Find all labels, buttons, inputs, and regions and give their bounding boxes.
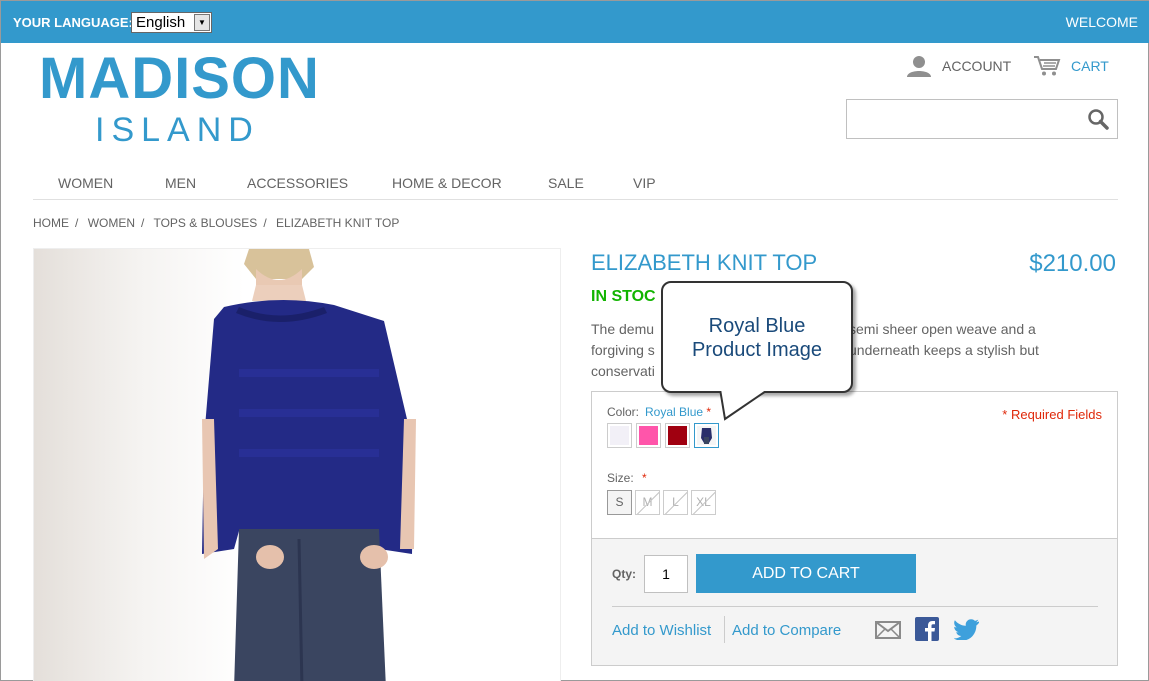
account-link[interactable]: ACCOUNT: [906, 55, 1011, 77]
color-option-label: Color: Royal Blue *: [607, 405, 711, 419]
desc-line2b: underneath keeps a stylish but: [849, 342, 1039, 358]
callout-annotation: Royal Blue Product Image: [661, 281, 853, 393]
product-price: $210.00: [1029, 250, 1116, 277]
product-title: ELIZABETH KNIT TOP: [591, 250, 818, 275]
facebook-icon[interactable]: [915, 617, 939, 641]
cart-label: CART: [1071, 58, 1109, 74]
link-divider: [724, 616, 725, 643]
nav-item-home-decor[interactable]: HOME & DECOR: [392, 175, 502, 191]
add-to-cart-box: Qty: 1 ADD TO CART Add to Wishlist Add t…: [591, 538, 1118, 666]
size-l[interactable]: L: [663, 490, 688, 515]
cart-link[interactable]: CART: [1033, 55, 1109, 77]
nav-item-men[interactable]: MEN: [165, 175, 196, 191]
desc-line3: conservati: [591, 363, 655, 379]
breadcrumb-home[interactable]: HOME: [33, 216, 69, 230]
logo-main[interactable]: MADISON: [39, 45, 320, 112]
size-s[interactable]: S: [607, 490, 632, 515]
chevron-down-icon: ▼: [194, 14, 210, 31]
desc-line1: The demu: [591, 321, 655, 337]
main-nav: WOMEN MEN ACCESSORIES HOME & DECOR SALE …: [33, 169, 1118, 200]
required-star: *: [706, 405, 712, 419]
add-to-cart-button[interactable]: ADD TO CART: [696, 554, 916, 593]
swatch-royal-blue[interactable]: [694, 423, 719, 448]
nav-item-sale[interactable]: SALE: [548, 175, 584, 191]
twitter-icon[interactable]: [954, 619, 980, 640]
product-image[interactable]: [33, 248, 561, 681]
breadcrumb-women[interactable]: WOMEN: [88, 216, 135, 230]
breadcrumb-current: ELIZABETH KNIT TOP: [276, 216, 400, 230]
add-to-wishlist-link[interactable]: Add to Wishlist: [612, 622, 711, 639]
nav-item-vip[interactable]: VIP: [633, 175, 656, 191]
breadcrumb: HOME / WOMEN / TOPS & BLOUSES / ELIZABETH K…: [33, 216, 400, 230]
stock-status: IN STOC: [591, 288, 656, 305]
user-icon: [907, 56, 931, 77]
model-photo: [202, 249, 416, 681]
email-icon[interactable]: [875, 621, 901, 639]
callout-line2: Product Image: [691, 339, 823, 361]
swatch-pink[interactable]: [636, 423, 661, 448]
size-xl[interactable]: XL: [691, 490, 716, 515]
selected-color: Royal Blue: [645, 405, 704, 419]
search-input[interactable]: [846, 99, 1118, 139]
search-icon[interactable]: [1087, 108, 1109, 130]
top-bar: YOUR LANGUAGE: English ▼ WELCOME: [1, 1, 1149, 43]
desc-line2: forgiving s: [591, 342, 655, 358]
color-label-text: Color:: [607, 405, 640, 419]
size-m[interactable]: M: [635, 490, 660, 515]
language-value: English: [136, 14, 186, 31]
color-swatches: [607, 423, 719, 448]
callout-pointer: [717, 389, 775, 421]
nav-item-women[interactable]: WOMEN: [58, 175, 113, 191]
product-options: Color: Royal Blue * * Required Fields Siz…: [591, 391, 1118, 538]
account-label: ACCOUNT: [942, 58, 1012, 74]
language-select[interactable]: English ▼: [131, 12, 212, 33]
size-option-label: Size: *: [607, 471, 647, 485]
callout-line1: Royal Blue: [708, 315, 806, 337]
required-star-size: *: [642, 471, 647, 485]
royal-blue-thumbnail: [701, 428, 712, 444]
language-label: YOUR LANGUAGE:: [13, 15, 133, 30]
welcome-message: WELCOME: [1065, 14, 1138, 30]
qty-input[interactable]: 1: [644, 555, 688, 593]
nav-item-accessories[interactable]: ACCESSORIES: [247, 175, 348, 191]
swatch-white[interactable]: [607, 423, 632, 448]
cart-icon: [1034, 56, 1061, 76]
swatch-red[interactable]: [665, 423, 690, 448]
breadcrumb-tops-blouses[interactable]: TOPS & BLOUSES: [153, 216, 257, 230]
desc-line1b: semi sheer open weave and a: [849, 321, 1036, 337]
size-label-text: Size:: [607, 471, 634, 485]
size-swatches: S M L XL: [607, 490, 716, 515]
divider: [612, 606, 1098, 607]
logo-sub[interactable]: ISLAND: [95, 111, 260, 150]
add-to-compare-link[interactable]: Add to Compare: [732, 622, 841, 639]
required-fields-note: * Required Fields: [1002, 407, 1102, 422]
qty-label: Qty:: [612, 567, 636, 581]
